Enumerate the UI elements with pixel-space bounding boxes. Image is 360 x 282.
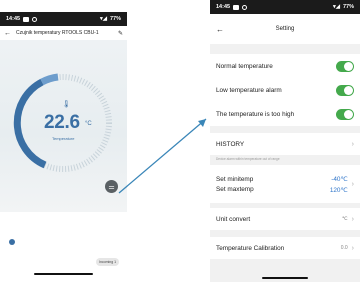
- signal-icon: ▾◢: [332, 4, 340, 10]
- thermometer-icon: 🌡︎: [62, 101, 71, 108]
- settings-app-bar: ← Setting: [210, 14, 360, 44]
- status-tag: Incoming 1: [96, 258, 120, 266]
- signal-icon: ▾◢: [99, 16, 107, 22]
- alarm-caption: Device alarm within temperature out of r…: [216, 157, 280, 161]
- page-indicator-dot: [9, 239, 15, 245]
- chevron-right-icon: ›: [351, 244, 354, 252]
- max-temp-value: 120℃: [329, 186, 348, 194]
- calibration-row[interactable]: Temperature Calibration 0.0 ›: [210, 237, 360, 259]
- calibration-card[interactable]: Temperature Calibration 0.0 ›: [210, 237, 360, 259]
- toggle-label: Low temperature alarm: [216, 86, 282, 94]
- toggle-label: The temperature is too high: [216, 110, 295, 118]
- left-phone-screen: 14:45 ▾◢ 77% ← Czujnik temperatury RTOOL…: [0, 12, 127, 278]
- app-bar: ← Czujnik temperatury RTOOLS CBU-1 ✎: [0, 26, 127, 40]
- min-temp-label: Set minitemp: [216, 175, 254, 183]
- unit-convert-value: ℃: [342, 216, 348, 222]
- calibration-label: Temperature Calibration: [216, 244, 285, 252]
- gauge-arc: [13, 78, 47, 169]
- chevron-right-icon: ›: [351, 180, 354, 188]
- notification-icon: [242, 4, 248, 10]
- edit-icon[interactable]: ✎: [118, 30, 123, 37]
- home-indicator[interactable]: [34, 273, 93, 275]
- history-row[interactable]: HISTORY ›: [210, 133, 360, 155]
- temperature-range-card[interactable]: Set minitemp Set maxtemp -40℃ 120℃ ›: [210, 165, 360, 203]
- notification-icon: [233, 4, 240, 10]
- temperature-value: 22.6: [44, 112, 80, 133]
- status-bar: 14:45 ▾◢ 77%: [0, 12, 127, 26]
- range-row[interactable]: Set minitemp Set maxtemp -40℃ 120℃ ›: [210, 165, 360, 203]
- chevron-right-icon: ›: [351, 215, 354, 223]
- home-indicator[interactable]: [262, 277, 308, 279]
- page-title: Setting: [275, 26, 295, 32]
- chevron-right-icon: ›: [351, 140, 354, 148]
- toggle-row[interactable]: Normal temperature: [210, 54, 360, 78]
- unit-convert-row[interactable]: Unit convert ℃ ›: [210, 208, 360, 230]
- max-temp-label: Set maxtemp: [216, 185, 254, 193]
- unit-convert-label: Unit convert: [216, 215, 251, 223]
- history-label: HISTORY: [216, 140, 245, 148]
- history-card[interactable]: HISTORY ›: [210, 133, 360, 155]
- toggle-row[interactable]: The temperature is too high: [210, 102, 360, 126]
- unit-convert-card[interactable]: Unit convert ℃ ›: [210, 208, 360, 230]
- min-temp-value: -40℃: [331, 175, 348, 183]
- notification-icon: [32, 16, 38, 22]
- calibration-value: 0.0: [340, 245, 348, 251]
- battery-level: 77%: [109, 16, 121, 22]
- status-time: 14:45: [6, 16, 21, 22]
- battery-level: 77%: [342, 4, 354, 10]
- temperature-unit: °C: [85, 121, 92, 127]
- device-title: Czujnik temperatury RTOOLS CBU-1: [16, 30, 99, 36]
- back-arrow-icon[interactable]: ←: [4, 30, 11, 37]
- status-time: 14:45: [216, 4, 231, 10]
- high-temperature-alarm-switch[interactable]: [336, 108, 354, 120]
- low-temperature-alarm-switch[interactable]: [336, 84, 354, 96]
- temperature-label: Temperature: [52, 136, 75, 141]
- right-phone-screen: 14:45 ▾◢ 77% ← Setting Normal temperatur…: [210, 0, 360, 282]
- status-bar: 14:45 ▾◢ 77%: [210, 0, 360, 14]
- toggle-row[interactable]: Low temperature alarm: [210, 78, 360, 102]
- sliders-icon[interactable]: ⚌: [105, 180, 118, 193]
- back-arrow-icon[interactable]: ←: [216, 25, 224, 34]
- normal-temperature-switch[interactable]: [336, 60, 354, 72]
- gauge-arc: [40, 73, 59, 86]
- alarm-settings-card: Normal temperature Low temperature alarm…: [210, 54, 360, 126]
- toggle-label: Normal temperature: [216, 62, 273, 70]
- notification-icon: [23, 16, 30, 22]
